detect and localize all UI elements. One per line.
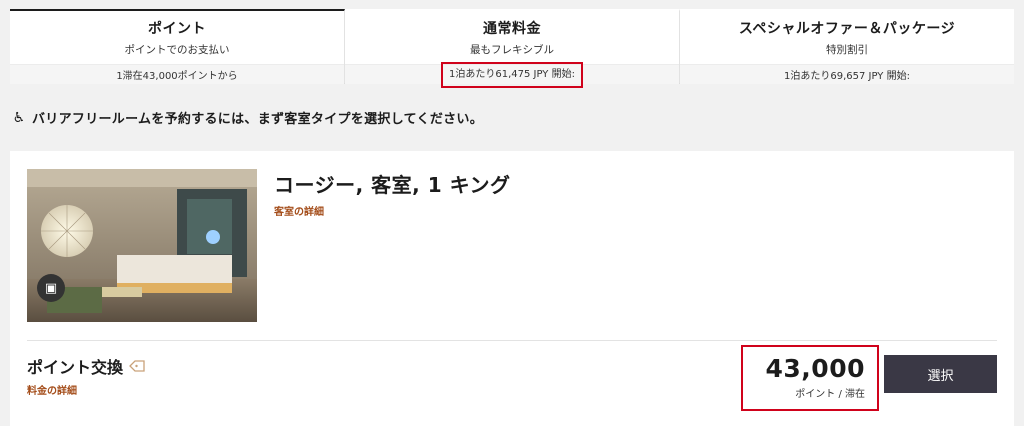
divider — [27, 340, 997, 341]
room-name: コージー, 客室, 1 キング — [274, 173, 511, 197]
room-photo-illustration — [27, 169, 257, 322]
tag-icon[interactable] — [129, 359, 146, 373]
tab-subtitle: 特別割引 — [826, 44, 868, 56]
tab-price: 1泊あたり69,657 JPY 開始: — [784, 71, 910, 82]
accessibility-notice: ♿ バリアフリールームを予約するには、まず客室タイプを選択してください。 — [12, 108, 484, 128]
tab-special-offers[interactable]: スペシャルオファー＆パッケージ 特別割引 1泊あたり69,657 JPY 開始: — [680, 9, 1014, 84]
rate-tabs: ポイント ポイントでのお支払い 1滞在43,000ポイントから 通常料金 最もフ… — [10, 9, 1014, 88]
select-button[interactable]: 選択 — [884, 355, 997, 393]
tab-price: 1滞在43,000ポイントから — [116, 71, 238, 82]
tab-standard-rate[interactable]: 通常料金 最もフレキシブル 1泊あたり61,475 JPY 開始: — [345, 9, 680, 88]
room-photo[interactable]: ▣ — [27, 169, 257, 322]
tab-price-row: 1泊あたり61,475 JPY 開始: — [345, 61, 679, 88]
tab-price-row: 1泊あたり69,657 JPY 開始: — [680, 64, 1014, 84]
room-card: ▣ コージー, 客室, 1 キング 客室の詳細 ポイント交換 料金の詳細 43,… — [10, 151, 1014, 426]
tab-subtitle: 最もフレキシブル — [470, 44, 554, 56]
tab-subtitle: ポイントでのお支払い — [124, 44, 230, 56]
tab-price-row: 1滞在43,000ポイントから — [10, 64, 344, 84]
tab-price-highlighted: 1泊あたり61,475 JPY 開始: — [441, 61, 583, 88]
tab-points[interactable]: ポイント ポイントでのお支払い 1滞在43,000ポイントから — [10, 9, 345, 84]
rate-name-label: ポイント交換 — [27, 358, 124, 377]
tab-title: ポイント — [148, 21, 206, 37]
rate-name: ポイント交換 — [27, 354, 146, 378]
tab-title: 通常料金 — [483, 21, 541, 37]
notice-text: バリアフリールームを予約するには、まず客室タイプを選択してください。 — [32, 112, 484, 127]
wheelchair-icon: ♿ — [12, 109, 26, 126]
points-value: 43,000 — [765, 354, 865, 383]
tab-title: スペシャルオファー＆パッケージ — [738, 21, 956, 37]
rate-details-link[interactable]: 料金の詳細 — [27, 382, 77, 397]
points-price: 43,000 ポイント / 滞在 — [741, 345, 879, 411]
points-unit: ポイント / 滞在 — [795, 389, 865, 400]
photo-gallery-icon[interactable]: ▣ — [37, 274, 65, 302]
room-details-link[interactable]: 客室の詳細 — [274, 203, 324, 218]
